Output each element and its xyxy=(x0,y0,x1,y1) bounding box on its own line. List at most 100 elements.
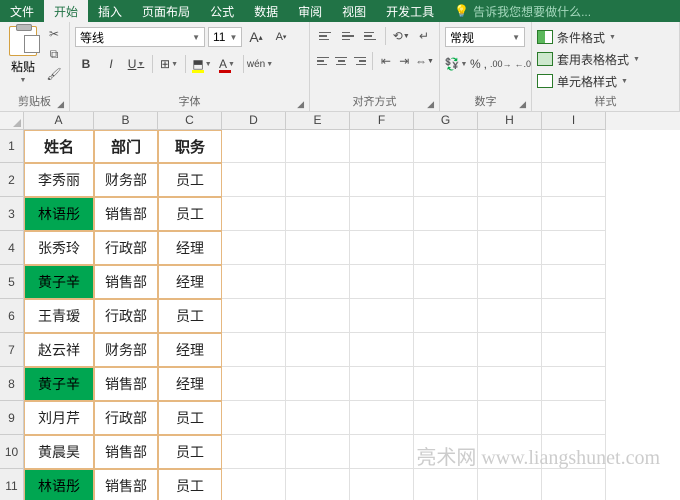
cell[interactable] xyxy=(222,333,286,367)
align-left-button[interactable] xyxy=(315,52,330,70)
cell[interactable] xyxy=(222,299,286,333)
cell[interactable]: 经理 xyxy=(158,333,222,367)
cell[interactable]: 赵云祥 xyxy=(24,333,94,367)
cell[interactable] xyxy=(542,469,606,500)
tab-file[interactable]: 文件 xyxy=(0,0,44,22)
cell[interactable] xyxy=(286,163,350,197)
cell[interactable]: 姓名 xyxy=(24,130,94,163)
cell[interactable] xyxy=(222,231,286,265)
orientation-button[interactable]: ⟲▼ xyxy=(391,27,411,45)
cell[interactable]: 行政部 xyxy=(94,401,158,435)
tab-view[interactable]: 视图 xyxy=(332,0,376,22)
cell[interactable] xyxy=(350,265,414,299)
cell[interactable] xyxy=(414,265,478,299)
cell-styles-button[interactable]: 单元格样式▼ xyxy=(537,71,628,91)
cell[interactable] xyxy=(222,367,286,401)
cell[interactable]: 销售部 xyxy=(94,265,158,299)
cell[interactable]: 经理 xyxy=(158,367,222,401)
col-header-E[interactable]: E xyxy=(286,112,350,130)
bold-button[interactable]: B xyxy=(75,54,97,74)
cell[interactable]: 员工 xyxy=(158,435,222,469)
comma-button[interactable]: , xyxy=(484,54,487,74)
cell[interactable] xyxy=(222,163,286,197)
cell[interactable] xyxy=(350,163,414,197)
number-format-combo[interactable]: 常规▼ xyxy=(445,27,525,47)
cell[interactable]: 销售部 xyxy=(94,469,158,500)
cell[interactable]: 黄子辛 xyxy=(24,265,94,299)
cell[interactable] xyxy=(414,197,478,231)
cut-button[interactable]: ✂ xyxy=(45,26,63,42)
align-top-button[interactable] xyxy=(315,27,335,45)
cell[interactable] xyxy=(542,265,606,299)
format-painter-button[interactable]: 🖌 xyxy=(45,66,63,82)
increase-indent-button[interactable]: ⇥ xyxy=(397,52,412,70)
cell[interactable] xyxy=(542,333,606,367)
cell[interactable] xyxy=(542,130,606,163)
cell[interactable] xyxy=(286,265,350,299)
cell[interactable] xyxy=(222,401,286,435)
decrease-indent-button[interactable]: ⇤ xyxy=(378,52,393,70)
col-header-F[interactable]: F xyxy=(350,112,414,130)
cell[interactable] xyxy=(478,367,542,401)
col-header-B[interactable]: B xyxy=(94,112,158,130)
cell[interactable] xyxy=(414,435,478,469)
cell[interactable] xyxy=(542,197,606,231)
row-header-4[interactable]: 4 xyxy=(0,231,24,265)
cell[interactable] xyxy=(350,231,414,265)
row-header-8[interactable]: 8 xyxy=(0,367,24,401)
cell[interactable]: 职务 xyxy=(158,130,222,163)
phonetic-button[interactable]: wén▼ xyxy=(249,54,271,74)
col-header-G[interactable]: G xyxy=(414,112,478,130)
cell[interactable] xyxy=(286,333,350,367)
cell[interactable] xyxy=(350,401,414,435)
row-header-5[interactable]: 5 xyxy=(0,265,24,299)
cell[interactable] xyxy=(478,299,542,333)
cell[interactable] xyxy=(478,401,542,435)
cell[interactable] xyxy=(286,367,350,401)
cell[interactable] xyxy=(478,163,542,197)
row-header-7[interactable]: 7 xyxy=(0,333,24,367)
row-header-3[interactable]: 3 xyxy=(0,197,24,231)
align-launcher[interactable]: ◢ xyxy=(427,99,434,110)
cell[interactable] xyxy=(414,163,478,197)
increase-font-button[interactable]: A▴ xyxy=(245,27,267,47)
cell[interactable]: 经理 xyxy=(158,231,222,265)
cell[interactable]: 黄晨昊 xyxy=(24,435,94,469)
cell[interactable]: 刘月芹 xyxy=(24,401,94,435)
cell[interactable] xyxy=(414,469,478,500)
wrap-text-button[interactable]: ↵ xyxy=(414,27,434,45)
row-header-6[interactable]: 6 xyxy=(0,299,24,333)
select-all-corner[interactable] xyxy=(0,112,24,130)
cell[interactable] xyxy=(478,130,542,163)
align-center-button[interactable] xyxy=(333,52,348,70)
cell[interactable] xyxy=(350,299,414,333)
cell[interactable]: 销售部 xyxy=(94,435,158,469)
cell[interactable] xyxy=(350,469,414,500)
cell[interactable]: 部门 xyxy=(94,130,158,163)
cell[interactable]: 财务部 xyxy=(94,333,158,367)
cell[interactable] xyxy=(542,163,606,197)
cell[interactable] xyxy=(414,401,478,435)
cell[interactable] xyxy=(350,197,414,231)
cell[interactable]: 行政部 xyxy=(94,231,158,265)
conditional-format-button[interactable]: 条件格式▼ xyxy=(537,27,616,47)
cell[interactable] xyxy=(478,435,542,469)
italic-button[interactable]: I xyxy=(100,54,122,74)
cell[interactable]: 销售部 xyxy=(94,367,158,401)
row-header-9[interactable]: 9 xyxy=(0,401,24,435)
increase-decimal-button[interactable]: .00→ xyxy=(490,54,512,74)
row-header-11[interactable]: 11 xyxy=(0,469,24,500)
cell[interactable] xyxy=(286,231,350,265)
number-launcher[interactable]: ◢ xyxy=(519,99,526,110)
cell[interactable]: 行政部 xyxy=(94,299,158,333)
cell[interactable]: 经理 xyxy=(158,265,222,299)
cell[interactable] xyxy=(414,231,478,265)
cell[interactable] xyxy=(414,367,478,401)
font-size-combo[interactable]: 11▼ xyxy=(208,27,242,47)
cell[interactable] xyxy=(478,469,542,500)
cell[interactable]: 员工 xyxy=(158,197,222,231)
cell[interactable] xyxy=(286,130,350,163)
col-header-A[interactable]: A xyxy=(24,112,94,130)
tell-me[interactable]: 💡 告诉我您想要做什么... xyxy=(444,0,680,22)
table-format-button[interactable]: 套用表格格式▼ xyxy=(537,49,640,69)
